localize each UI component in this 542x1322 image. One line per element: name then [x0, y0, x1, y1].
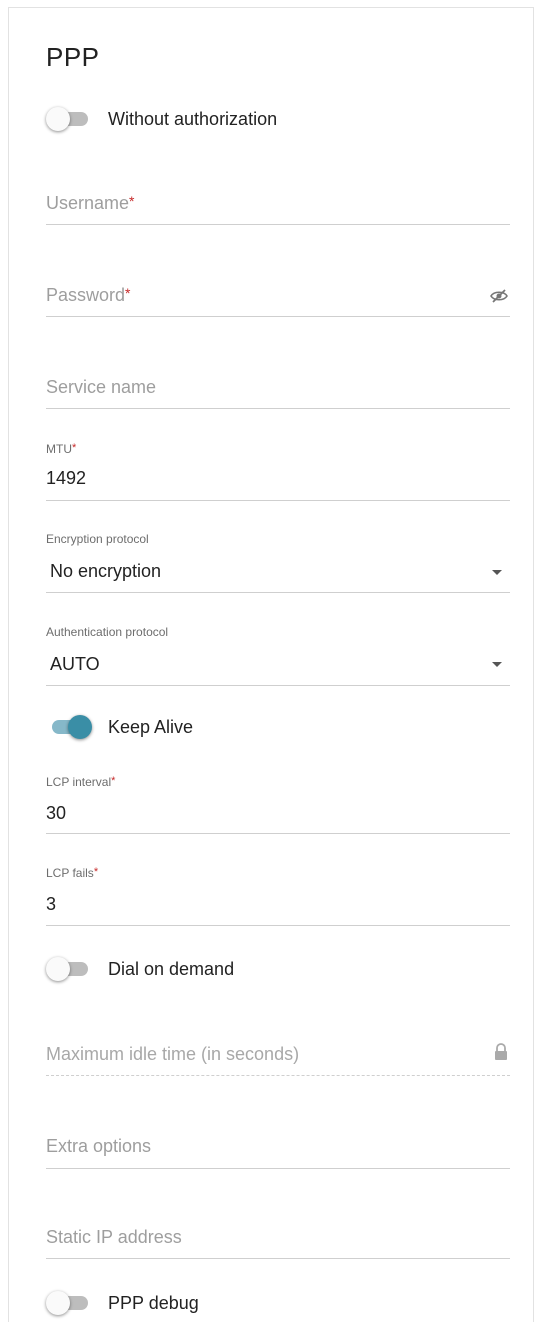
- chevron-down-icon: [492, 662, 502, 667]
- service-name-field[interactable]: Service name: [46, 370, 510, 409]
- lcp-fails-field[interactable]: LCP fails* 3: [46, 864, 510, 926]
- encryption-protocol-select[interactable]: Encryption protocol No encryption: [46, 532, 510, 593]
- static-ip-address-placeholder: Static IP address: [46, 1227, 182, 1247]
- lock-icon: [494, 1043, 508, 1066]
- static-ip-address-field[interactable]: Static IP address: [46, 1221, 510, 1259]
- required-mark: *: [72, 442, 77, 454]
- ppp-debug-toggle[interactable]: [46, 1291, 88, 1315]
- required-mark: *: [111, 775, 116, 787]
- extra-options-field[interactable]: Extra options: [46, 1130, 510, 1169]
- ppp-debug-label: PPP debug: [108, 1292, 199, 1313]
- dial-on-demand-label: Dial on demand: [108, 958, 235, 979]
- lcp-interval-value: 30: [46, 803, 67, 823]
- eye-slash-icon[interactable]: [490, 288, 508, 309]
- authentication-protocol-select[interactable]: Authentication protocol AUTO: [46, 624, 510, 686]
- encryption-protocol-label: Encryption protocol: [46, 532, 149, 546]
- chevron-down-icon: [492, 570, 502, 575]
- dial-on-demand-toggle[interactable]: [46, 957, 88, 981]
- service-name-placeholder: Service name: [46, 377, 157, 397]
- without-authorization-label: Without authorization: [108, 108, 278, 129]
- maximum-idle-time-placeholder: Maximum idle time (in seconds): [46, 1044, 300, 1064]
- without-authorization-row: Without authorization: [46, 103, 277, 135]
- mtu-field[interactable]: MTU* 1492: [46, 440, 510, 501]
- lcp-fails-value: 3: [46, 894, 57, 914]
- lcp-interval-field[interactable]: LCP interval* 30: [46, 772, 510, 834]
- lcp-fails-label: LCP fails: [46, 866, 94, 880]
- extra-options-placeholder: Extra options: [46, 1136, 152, 1156]
- maximum-idle-time-field: Maximum idle time (in seconds): [46, 1037, 510, 1076]
- username-field[interactable]: Username*: [46, 186, 510, 225]
- username-placeholder: Username: [46, 193, 130, 213]
- mtu-value: 1492: [46, 468, 87, 488]
- keep-alive-label: Keep Alive: [108, 716, 194, 737]
- without-authorization-toggle[interactable]: [46, 107, 88, 131]
- ppp-debug-row: PPP debug: [46, 1287, 199, 1319]
- authentication-protocol-value: AUTO: [50, 654, 100, 674]
- encryption-protocol-value: No encryption: [50, 561, 162, 581]
- required-mark: *: [129, 193, 135, 209]
- dial-on-demand-row: Dial on demand: [46, 953, 234, 985]
- mtu-label: MTU: [46, 442, 72, 456]
- section-title: PPP: [46, 42, 100, 72]
- password-placeholder: Password: [46, 285, 126, 305]
- keep-alive-toggle[interactable]: [46, 715, 92, 739]
- lcp-interval-label: LCP interval: [46, 775, 112, 789]
- keep-alive-row: Keep Alive: [46, 711, 193, 743]
- required-mark: *: [125, 285, 131, 301]
- authentication-protocol-label: Authentication protocol: [46, 625, 169, 639]
- required-mark: *: [93, 866, 99, 878]
- password-field[interactable]: Password*: [46, 278, 510, 317]
